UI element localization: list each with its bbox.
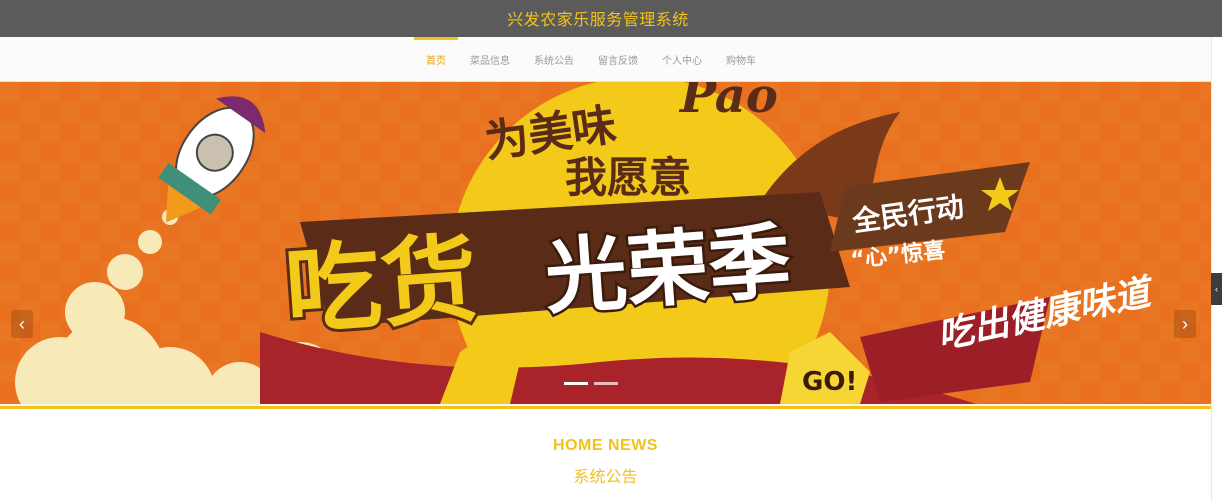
- news-title-en: HOME NEWS: [553, 437, 658, 454]
- nav-item-0[interactable]: 首页: [414, 37, 458, 82]
- banner-headline-b: 光荣季: [542, 214, 794, 326]
- site-title: 兴发农家乐服务管理系统: [507, 12, 689, 29]
- nav-item-1[interactable]: 菜品信息: [458, 37, 522, 82]
- hero-carousel[interactable]: 为美味 Pao 我愿意 吃货 光荣季 全民行动 “心”惊喜 吃出健康味道 GO!…: [0, 82, 1211, 404]
- carousel-next-button[interactable]: ›: [1174, 310, 1196, 338]
- main-nav: 首页 菜品信息 系统公告 留言反馈 个人中心 购物车: [0, 37, 1222, 82]
- side-strip: [1211, 37, 1222, 501]
- nav-item-4[interactable]: 个人中心: [650, 37, 714, 82]
- carousel-dot[interactable]: [594, 382, 618, 385]
- carousel-indicators: [564, 382, 618, 385]
- news-section: HOME NEWS 系统公告: [0, 406, 1211, 501]
- nav-item-5[interactable]: 购物车: [714, 37, 768, 82]
- banner-line1-extra: Pao: [678, 82, 778, 124]
- chevron-right-icon: ›: [1182, 313, 1188, 334]
- banner-image: 为美味 Pao 我愿意 吃货 光荣季 全民行动 “心”惊喜 吃出健康味道 GO!: [0, 82, 1211, 404]
- chevron-left-icon: ‹: [1215, 284, 1218, 294]
- news-title-cn: 系统公告: [573, 469, 638, 486]
- banner-line2: 我愿意: [565, 153, 691, 202]
- carousel-dot[interactable]: [564, 382, 588, 385]
- nav-item-2[interactable]: 系统公告: [522, 37, 586, 82]
- carousel-prev-button[interactable]: ‹: [11, 310, 33, 338]
- banner-headline-a: 吃货: [282, 223, 481, 348]
- chevron-left-icon: ‹: [19, 313, 25, 334]
- nav-item-3[interactable]: 留言反馈: [586, 37, 650, 82]
- top-header: 兴发农家乐服务管理系统: [0, 0, 1222, 37]
- banner-go: GO!: [802, 367, 857, 397]
- side-toggle-button[interactable]: ‹: [1211, 273, 1222, 305]
